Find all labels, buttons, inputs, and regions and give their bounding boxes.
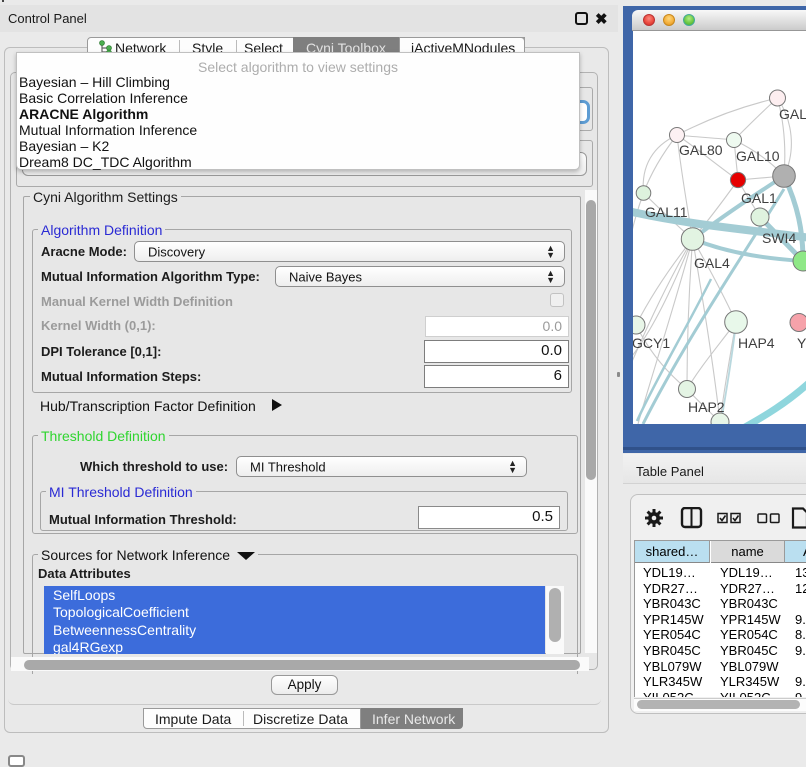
svg-text:HAP2: HAP2 [688,399,725,415]
svg-text:GAL1: GAL1 [741,190,777,206]
svg-text:GCY1: GCY1 [633,335,670,351]
svg-text:HAP4: HAP4 [738,335,775,351]
svg-text:GAL10: GAL10 [736,148,780,164]
svg-text:GAL80: GAL80 [679,142,723,158]
svg-text:GAL2: GAL2 [779,106,806,122]
svg-text:GAL4: GAL4 [694,255,730,271]
svg-text:Y: Y [797,335,806,351]
svg-text:SWI4: SWI4 [762,230,796,246]
svg-text:GAL11: GAL11 [645,204,688,220]
